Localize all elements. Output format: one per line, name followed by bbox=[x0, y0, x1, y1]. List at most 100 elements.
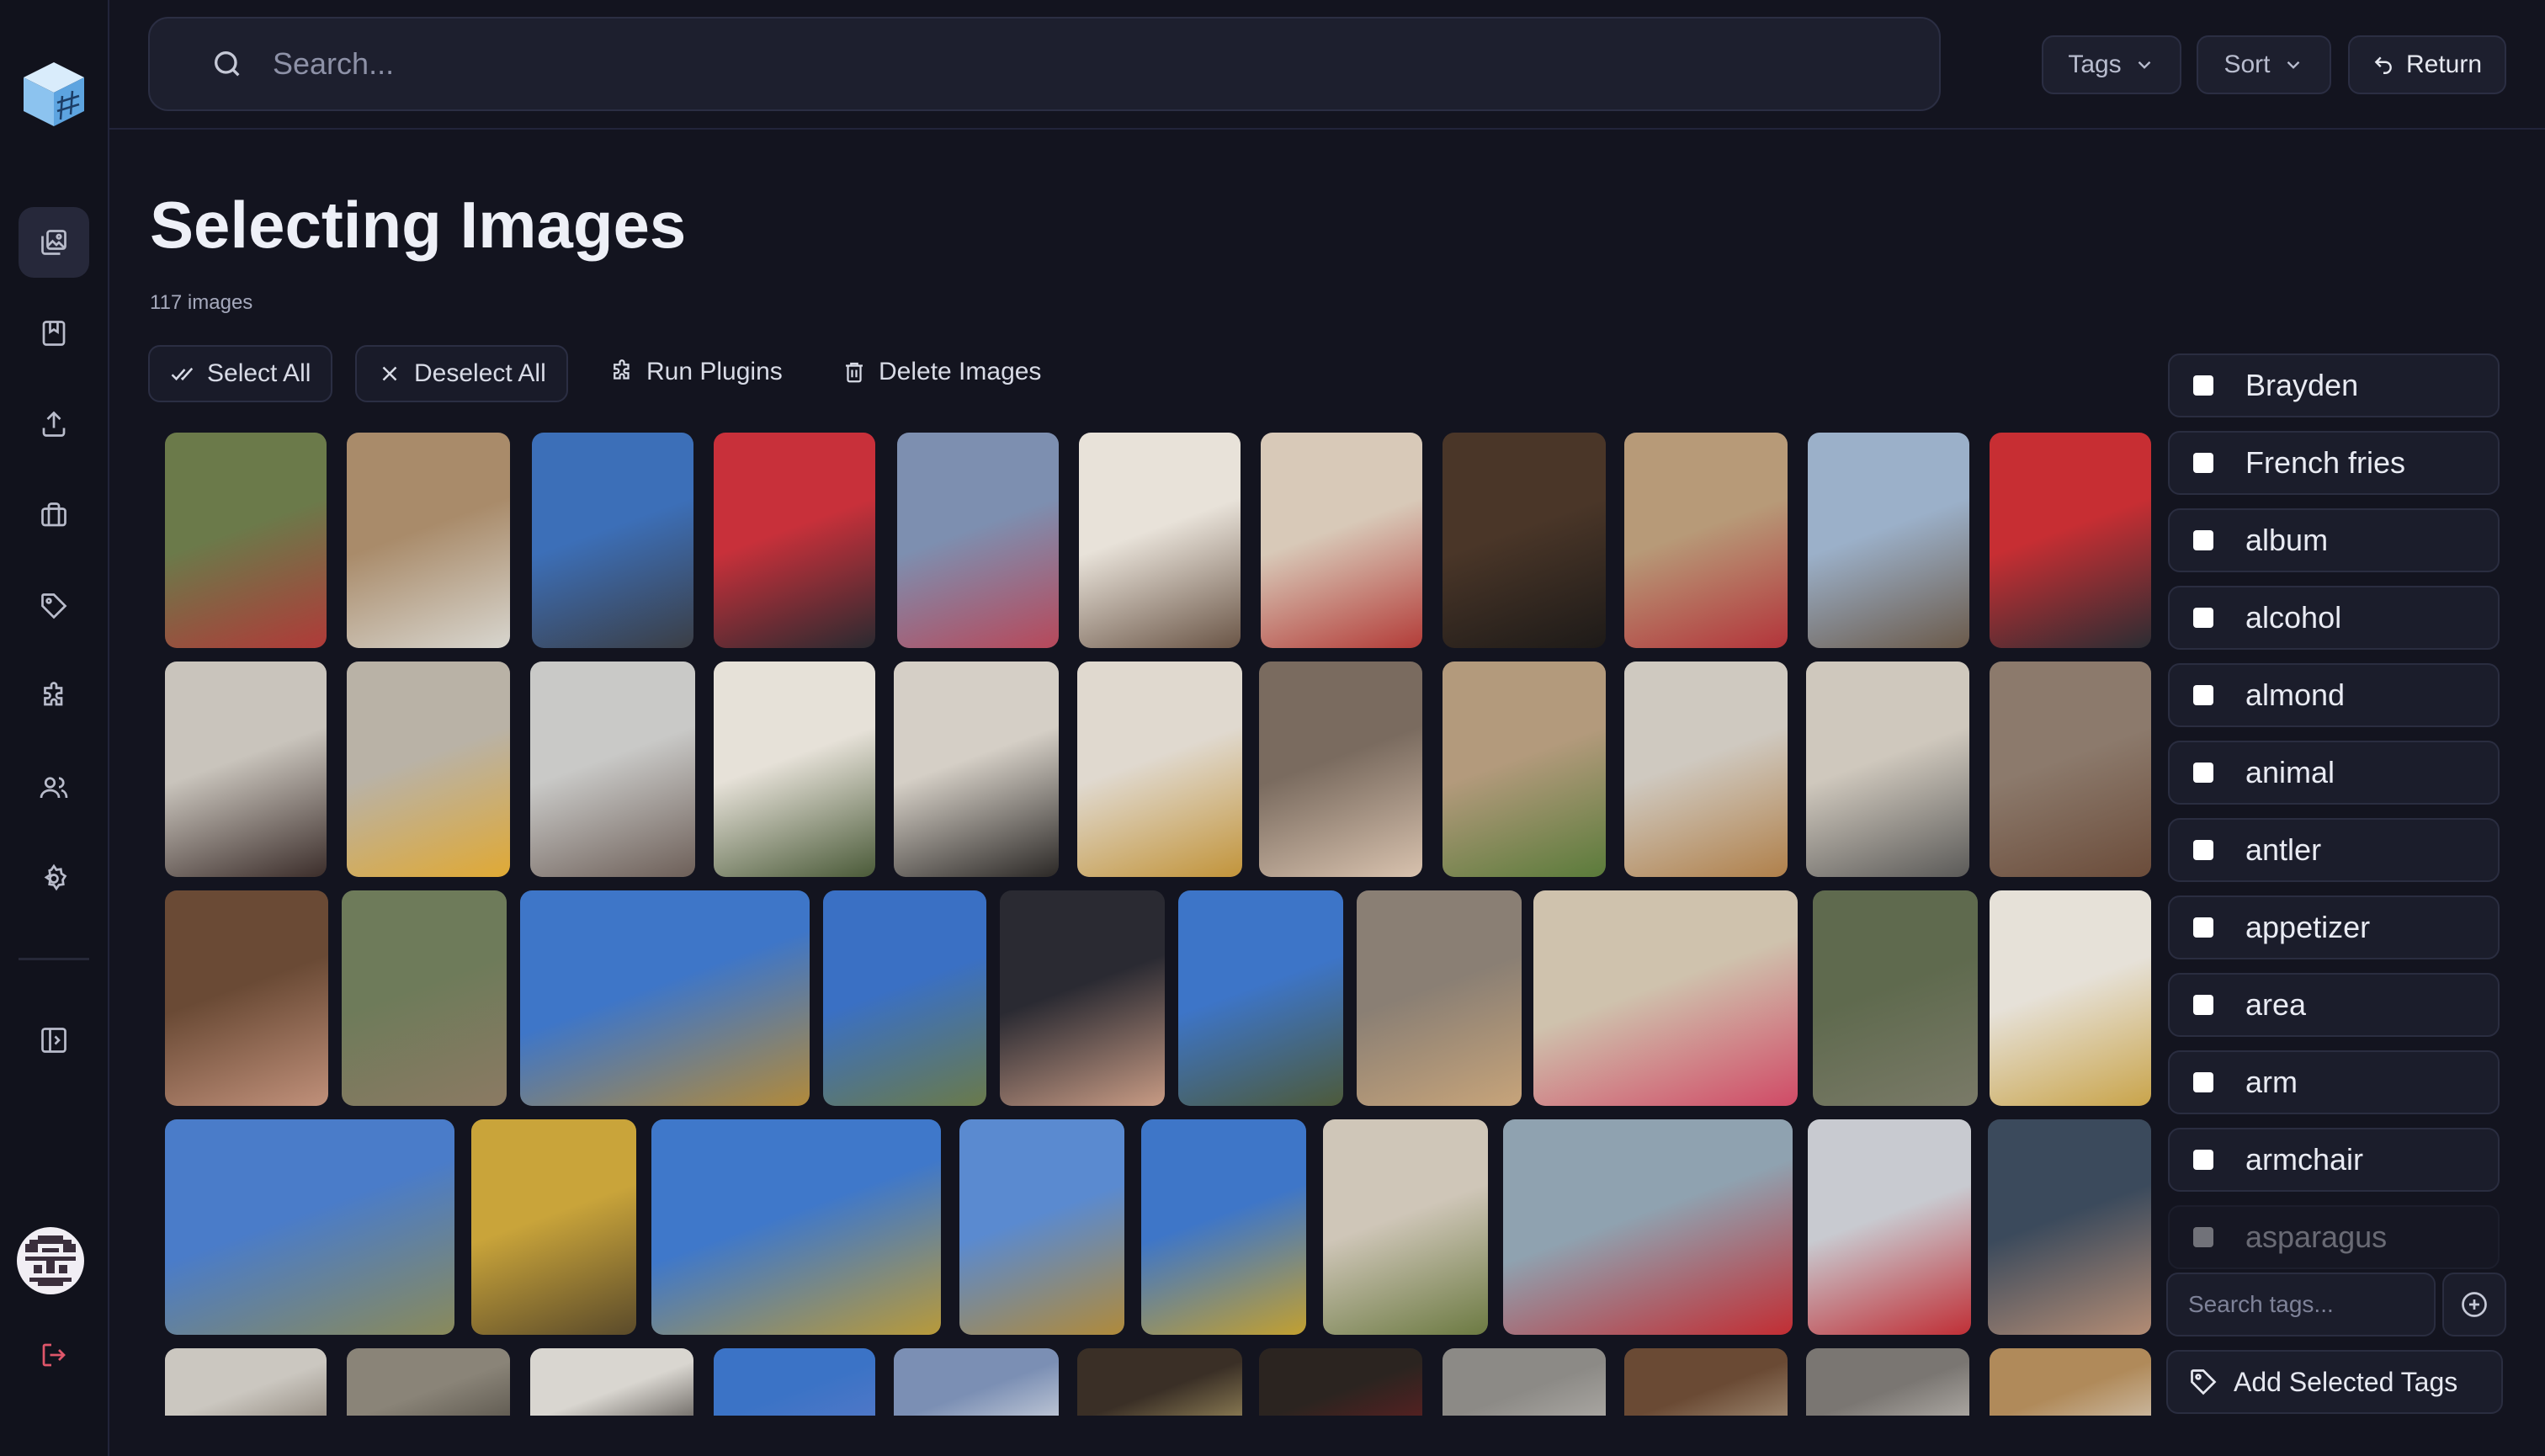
image-tile[interactable] bbox=[1323, 1119, 1488, 1335]
app-logo[interactable] bbox=[20, 59, 88, 130]
tag-checkbox[interactable] bbox=[2193, 1150, 2213, 1170]
tag-checkbox[interactable] bbox=[2193, 1227, 2213, 1247]
image-tile[interactable] bbox=[1533, 890, 1798, 1106]
image-tile[interactable] bbox=[1000, 890, 1165, 1106]
add-selected-tags-button[interactable]: Add Selected Tags bbox=[2166, 1350, 2503, 1414]
image-tile[interactable] bbox=[1503, 1119, 1793, 1335]
image-tile[interactable] bbox=[520, 890, 810, 1106]
tag-item[interactable]: appetizer bbox=[2168, 895, 2500, 959]
image-tile[interactable] bbox=[897, 433, 1059, 648]
image-tile[interactable] bbox=[1990, 433, 2151, 648]
image-tile[interactable] bbox=[714, 433, 875, 648]
nav-settings-button[interactable] bbox=[19, 843, 89, 914]
deselect-all-button[interactable]: Deselect All bbox=[355, 345, 568, 402]
image-tile[interactable] bbox=[714, 662, 875, 877]
image-tile[interactable] bbox=[1443, 662, 1606, 877]
image-tile[interactable] bbox=[347, 433, 510, 648]
image-tile[interactable] bbox=[1990, 662, 2151, 877]
image-tile[interactable] bbox=[1357, 890, 1522, 1106]
nav-collections-button[interactable] bbox=[19, 480, 89, 550]
image-tile[interactable] bbox=[823, 890, 986, 1106]
tag-search-input[interactable]: Search tags... bbox=[2166, 1273, 2436, 1336]
image-tile[interactable] bbox=[530, 662, 695, 877]
image-tile[interactable] bbox=[165, 433, 327, 648]
image-tile[interactable] bbox=[1990, 890, 2151, 1106]
run-plugins-button[interactable]: Run Plugins bbox=[609, 345, 783, 399]
tag-item[interactable]: alcohol bbox=[2168, 586, 2500, 650]
tag-checkbox[interactable] bbox=[2193, 453, 2213, 473]
nav-plugins-button[interactable] bbox=[19, 662, 89, 732]
tags-dropdown-button[interactable]: Tags bbox=[2042, 35, 2181, 94]
image-tile[interactable] bbox=[1624, 1348, 1788, 1416]
image-tile[interactable] bbox=[1813, 890, 1978, 1106]
image-tile[interactable] bbox=[1261, 433, 1422, 648]
image-tile[interactable] bbox=[1077, 1348, 1242, 1416]
image-tile[interactable] bbox=[342, 890, 507, 1106]
tag-checkbox[interactable] bbox=[2193, 608, 2213, 628]
tag-item[interactable]: almond bbox=[2168, 663, 2500, 727]
tag-item[interactable]: French fries bbox=[2168, 431, 2500, 495]
image-tile[interactable] bbox=[1990, 1348, 2151, 1416]
image-tile[interactable] bbox=[530, 1348, 693, 1416]
image-tile[interactable] bbox=[894, 662, 1059, 877]
image-tile[interactable] bbox=[651, 1119, 941, 1335]
nav-tags-button[interactable] bbox=[19, 571, 89, 641]
image-tile[interactable] bbox=[1443, 1348, 1606, 1416]
image-tile[interactable] bbox=[347, 662, 510, 877]
image-tile[interactable] bbox=[1077, 662, 1242, 877]
image-tile[interactable] bbox=[1079, 433, 1241, 648]
tag-item[interactable]: animal bbox=[2168, 741, 2500, 805]
image-tile[interactable] bbox=[1808, 1119, 1971, 1335]
image-tile[interactable] bbox=[165, 890, 328, 1106]
tag-item[interactable]: asparagus bbox=[2168, 1205, 2500, 1269]
image-tile[interactable] bbox=[1808, 433, 1969, 648]
image-tile[interactable] bbox=[1443, 433, 1606, 648]
nav-upload-button[interactable] bbox=[19, 389, 89, 460]
image-tile[interactable] bbox=[1259, 662, 1422, 877]
image-tile[interactable] bbox=[714, 1348, 875, 1416]
tag-checkbox[interactable] bbox=[2193, 917, 2213, 938]
tag-item[interactable]: area bbox=[2168, 973, 2500, 1037]
tag-checkbox[interactable] bbox=[2193, 685, 2213, 705]
sort-dropdown-button[interactable]: Sort bbox=[2197, 35, 2331, 94]
delete-images-button[interactable]: Delete Images bbox=[842, 345, 1041, 399]
avatar[interactable] bbox=[17, 1227, 84, 1294]
tag-checkbox[interactable] bbox=[2193, 375, 2213, 396]
image-tile[interactable] bbox=[1988, 1119, 2151, 1335]
nav-bookmark-button[interactable] bbox=[19, 298, 89, 369]
search-input[interactable]: Search... bbox=[148, 17, 1941, 111]
image-tile[interactable] bbox=[1806, 662, 1969, 877]
image-tile[interactable] bbox=[471, 1119, 636, 1335]
image-tile[interactable] bbox=[1141, 1119, 1306, 1335]
image-tile[interactable] bbox=[165, 662, 327, 877]
image-tile[interactable] bbox=[347, 1348, 510, 1416]
tag-item[interactable]: armchair bbox=[2168, 1128, 2500, 1192]
image-tile[interactable] bbox=[165, 1119, 454, 1335]
tag-checkbox[interactable] bbox=[2193, 1072, 2213, 1092]
image-tile[interactable] bbox=[894, 1348, 1059, 1416]
image-tile[interactable] bbox=[1806, 1348, 1969, 1416]
image-tile[interactable] bbox=[532, 433, 693, 648]
tag-checkbox[interactable] bbox=[2193, 995, 2213, 1015]
image-tile[interactable] bbox=[959, 1119, 1124, 1335]
tag-item[interactable]: Brayden bbox=[2168, 353, 2500, 417]
collapse-panel-button[interactable] bbox=[19, 1005, 89, 1076]
tag-item[interactable]: arm bbox=[2168, 1050, 2500, 1114]
tag-item[interactable]: album bbox=[2168, 508, 2500, 572]
image-tile[interactable] bbox=[1259, 1348, 1422, 1416]
image-tile[interactable] bbox=[1624, 662, 1788, 877]
image-tile[interactable] bbox=[1624, 433, 1788, 648]
logout-button[interactable] bbox=[19, 1320, 89, 1390]
tag-checkbox[interactable] bbox=[2193, 840, 2213, 860]
select-all-button[interactable]: Select All bbox=[148, 345, 333, 402]
return-button[interactable]: Return bbox=[2348, 35, 2506, 94]
nav-gallery-button[interactable] bbox=[19, 207, 89, 278]
tag-checkbox[interactable] bbox=[2193, 763, 2213, 783]
nav-users-button[interactable] bbox=[19, 752, 89, 823]
tag-item[interactable]: antler bbox=[2168, 818, 2500, 882]
add-tag-button[interactable] bbox=[2442, 1273, 2506, 1336]
collapse-panel-icon bbox=[41, 1028, 66, 1053]
tag-checkbox[interactable] bbox=[2193, 530, 2213, 550]
image-tile[interactable] bbox=[165, 1348, 327, 1416]
image-tile[interactable] bbox=[1178, 890, 1343, 1106]
